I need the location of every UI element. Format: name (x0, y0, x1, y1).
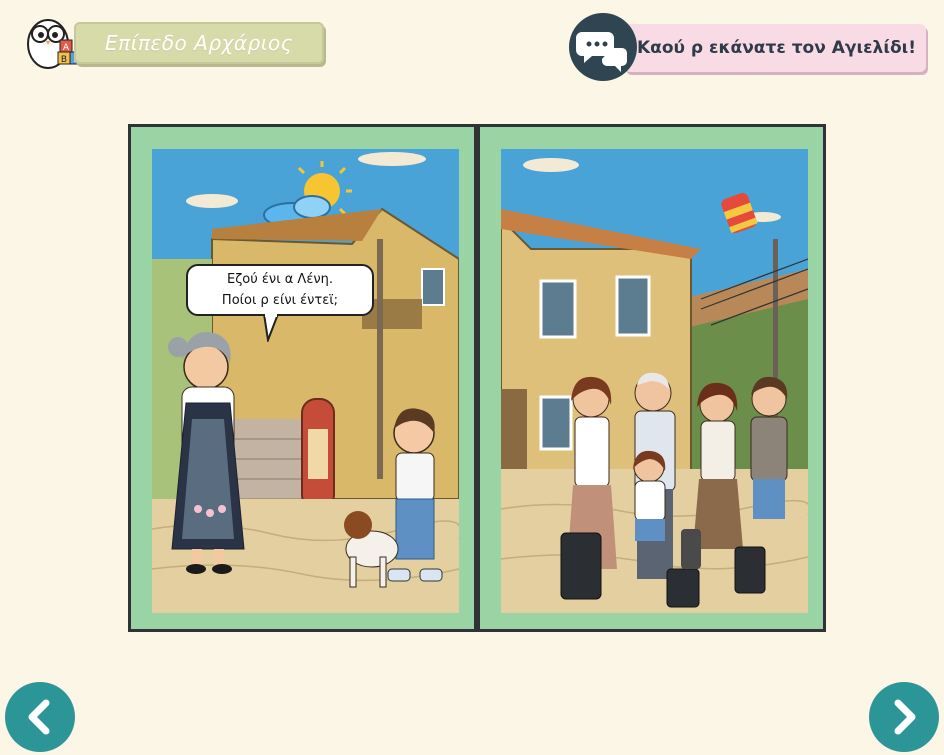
instruction-text: Καού ρ εκάνατε τον Αγιελίδι! (636, 38, 916, 58)
left-page (131, 127, 474, 629)
chevron-left-icon (28, 699, 50, 735)
block-letter-b: Β (61, 55, 67, 65)
right-page (480, 127, 823, 629)
level-label: Επίπεδο Αρχάριος (105, 31, 293, 55)
scene-grandmother-and-boy (152, 149, 459, 613)
instruction-banner: Καού ρ εκάνατε τον Αγιελίδι! (624, 24, 926, 72)
level-badge: Επίπεδο Αρχάριος (74, 22, 324, 64)
block-letter-a: Α (63, 43, 70, 53)
speech-line-2: Ποίοι ρ είνι έντεϊ; (221, 293, 339, 308)
previous-page-button[interactable] (5, 682, 75, 752)
speech-bubble-tail (263, 314, 279, 342)
speech-bubble: Εζού ένι α Λένη. Ποίοι ρ είνι έντεϊ; (186, 264, 374, 316)
chevron-right-icon (894, 699, 916, 735)
chat-bubbles-icon[interactable] (568, 12, 638, 82)
storybook (128, 124, 826, 632)
speech-line-1: Εζού ένι α Λένη. (227, 272, 333, 287)
next-page-button[interactable] (869, 682, 939, 752)
scene-family-arrival (501, 149, 808, 613)
